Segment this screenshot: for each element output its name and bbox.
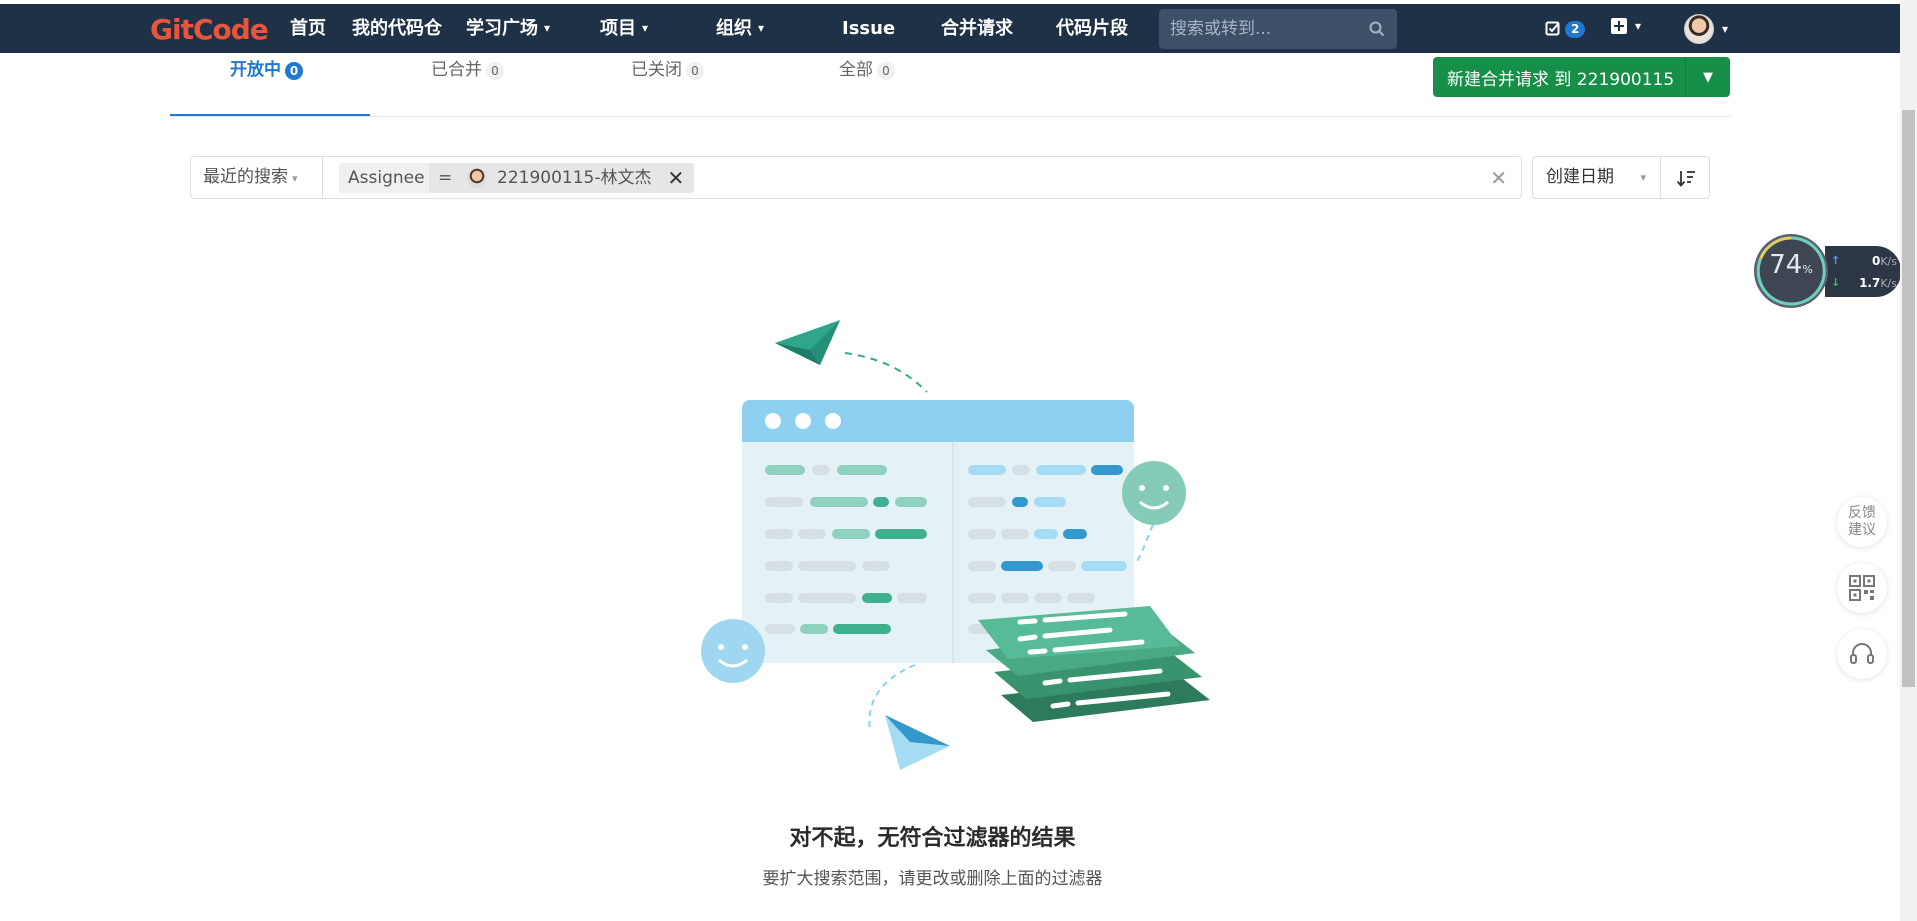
tab-count-badge: 0 <box>877 62 895 80</box>
chevron-down-icon[interactable]: ▼ <box>1686 70 1730 85</box>
filter-token-value-text: 221900115-林文杰 <box>497 168 652 188</box>
feedback-line2: 建议 <box>1848 522 1876 538</box>
nav-merge-requests-label: 合并请求 <box>941 18 1013 39</box>
sort-field-label: 创建日期 <box>1546 167 1614 187</box>
speed-unit: K/s <box>1880 277 1897 290</box>
usage-percent: 74% <box>1752 250 1830 280</box>
user-menu[interactable]: ▾ <box>1684 14 1728 44</box>
top-navbar: GitCode 首页 我的代码仓 学习广场 ▾ 项目 ▾ 组织 ▾ Issue 合并请… <box>0 4 1900 53</box>
todo-button[interactable]: 2 <box>1545 18 1586 40</box>
customer-service-button[interactable] <box>1837 629 1887 679</box>
avatar <box>1684 14 1714 44</box>
nav-snippets[interactable]: 代码片段 <box>1056 4 1128 53</box>
filter-token-value[interactable]: 221900115-林文杰 ✕ <box>459 163 695 193</box>
qrcode-icon <box>1849 575 1875 601</box>
usage-percent-value: 74 <box>1769 250 1803 280</box>
nav-learning-label: 学习广场 <box>466 18 538 39</box>
download-speed: ↓ 1.7K/s <box>1825 276 1897 290</box>
tab-count-badge: 0 <box>285 62 303 80</box>
sort-descending-icon <box>1676 171 1695 187</box>
tab-label: 开放中 <box>230 60 281 80</box>
nav-my-repos-label: 我的代码仓 <box>352 18 442 39</box>
search-input[interactable]: 搜索或转到... <box>1159 9 1397 49</box>
filtered-search-bar[interactable]: 最近的搜索 ▾ Assignee = 221900115-林文杰 ✕ ✕ <box>190 156 1522 199</box>
headset-icon <box>1850 643 1874 664</box>
todo-check-icon <box>1545 21 1560 36</box>
active-tab-indicator <box>170 114 370 116</box>
qrcode-button[interactable] <box>1837 563 1887 613</box>
tab-count-badge: 0 <box>686 62 704 80</box>
nav-my-repos[interactable]: 我的代码仓 <box>352 4 442 53</box>
tab-closed[interactable]: 已关闭 0 <box>631 54 704 116</box>
nav-issue[interactable]: Issue <box>842 4 895 53</box>
chevron-down-icon: ▾ <box>544 21 551 35</box>
upload-speed: ↑ 0K/s <box>1825 254 1897 268</box>
sort-direction-button[interactable] <box>1660 156 1710 199</box>
download-arrow-icon: ↓ <box>1831 276 1841 289</box>
speed-unit: K/s <box>1880 255 1897 268</box>
feedback-line1: 反馈 <box>1848 505 1876 521</box>
download-value: 1.7 <box>1859 276 1881 290</box>
tab-label: 全部 <box>839 60 873 80</box>
nav-projects-label: 项目 <box>600 18 636 39</box>
nav-home-label: 首页 <box>290 18 326 39</box>
plus-square-icon <box>1611 18 1627 34</box>
scrollbar-thumb[interactable] <box>1902 110 1915 687</box>
system-monitor-gauge[interactable]: 74% <box>1752 232 1830 314</box>
recent-searches-dropdown[interactable]: 最近的搜索 ▾ <box>191 157 323 198</box>
chevron-down-icon: ▾ <box>1640 171 1646 184</box>
empty-state-illustration <box>701 320 1210 770</box>
tab-label: 已关闭 <box>631 60 682 80</box>
filter-token-operator[interactable]: = <box>429 163 462 193</box>
tab-open[interactable]: 开放中 0 <box>230 54 303 116</box>
feedback-button[interactable]: 反馈 建议 <box>1837 497 1887 547</box>
filter-token-name[interactable]: Assignee <box>339 163 434 193</box>
chevron-down-icon: ▾ <box>758 21 765 35</box>
search-placeholder: 搜索或转到... <box>1170 19 1272 39</box>
search-icon <box>1369 21 1385 37</box>
nav-groups[interactable]: 组织 ▾ <box>716 4 764 53</box>
tab-merged[interactable]: 已合并 0 <box>431 54 504 116</box>
todo-count-badge: 2 <box>1565 20 1586 38</box>
new-menu-button[interactable]: ▾ <box>1611 18 1641 34</box>
nav-home[interactable]: 首页 <box>290 4 326 53</box>
new-mr-label: 新建合并请求 到 221900115 <box>1447 69 1675 90</box>
tab-count-badge: 0 <box>486 62 504 80</box>
feedback-label: 反馈 建议 <box>1848 505 1876 539</box>
empty-state-title: 对不起，无符合过滤器的结果 <box>789 826 1076 851</box>
network-speed-panel: ↑ 0K/s ↓ 1.7K/s <box>1825 246 1901 297</box>
gitcode-logo[interactable]: GitCode <box>150 13 269 46</box>
chevron-down-icon: ▾ <box>1722 22 1729 36</box>
assignee-avatar <box>467 168 487 188</box>
usage-percent-unit: % <box>1802 263 1813 276</box>
nav-snippets-label: 代码片段 <box>1056 18 1128 39</box>
nav-learning[interactable]: 学习广场 ▾ <box>466 4 550 53</box>
nav-projects[interactable]: 项目 ▾ <box>600 4 648 53</box>
nav-merge-requests[interactable]: 合并请求 <box>941 4 1013 53</box>
chevron-down-icon: ▾ <box>1635 19 1642 33</box>
nav-issue-label: Issue <box>842 18 896 39</box>
tab-label: 已合并 <box>431 60 482 80</box>
chevron-down-icon: ▾ <box>642 21 649 35</box>
nav-groups-label: 组织 <box>716 18 752 39</box>
chevron-down-icon: ▾ <box>292 172 298 185</box>
new-merge-request-button[interactable]: 新建合并请求 到 221900115 ▼ <box>1433 57 1730 97</box>
remove-token-icon[interactable]: ✕ <box>667 163 684 193</box>
recent-searches-label: 最近的搜索 <box>203 167 288 187</box>
tab-all[interactable]: 全部 0 <box>839 54 895 116</box>
upload-arrow-icon: ↑ <box>1831 254 1841 267</box>
clear-search-icon[interactable]: ✕ <box>1490 166 1507 190</box>
empty-state-subtitle: 要扩大搜索范围，请更改或删除上面的过滤器 <box>762 869 1103 889</box>
sort-field-dropdown[interactable]: 创建日期 ▾ <box>1532 156 1661 199</box>
